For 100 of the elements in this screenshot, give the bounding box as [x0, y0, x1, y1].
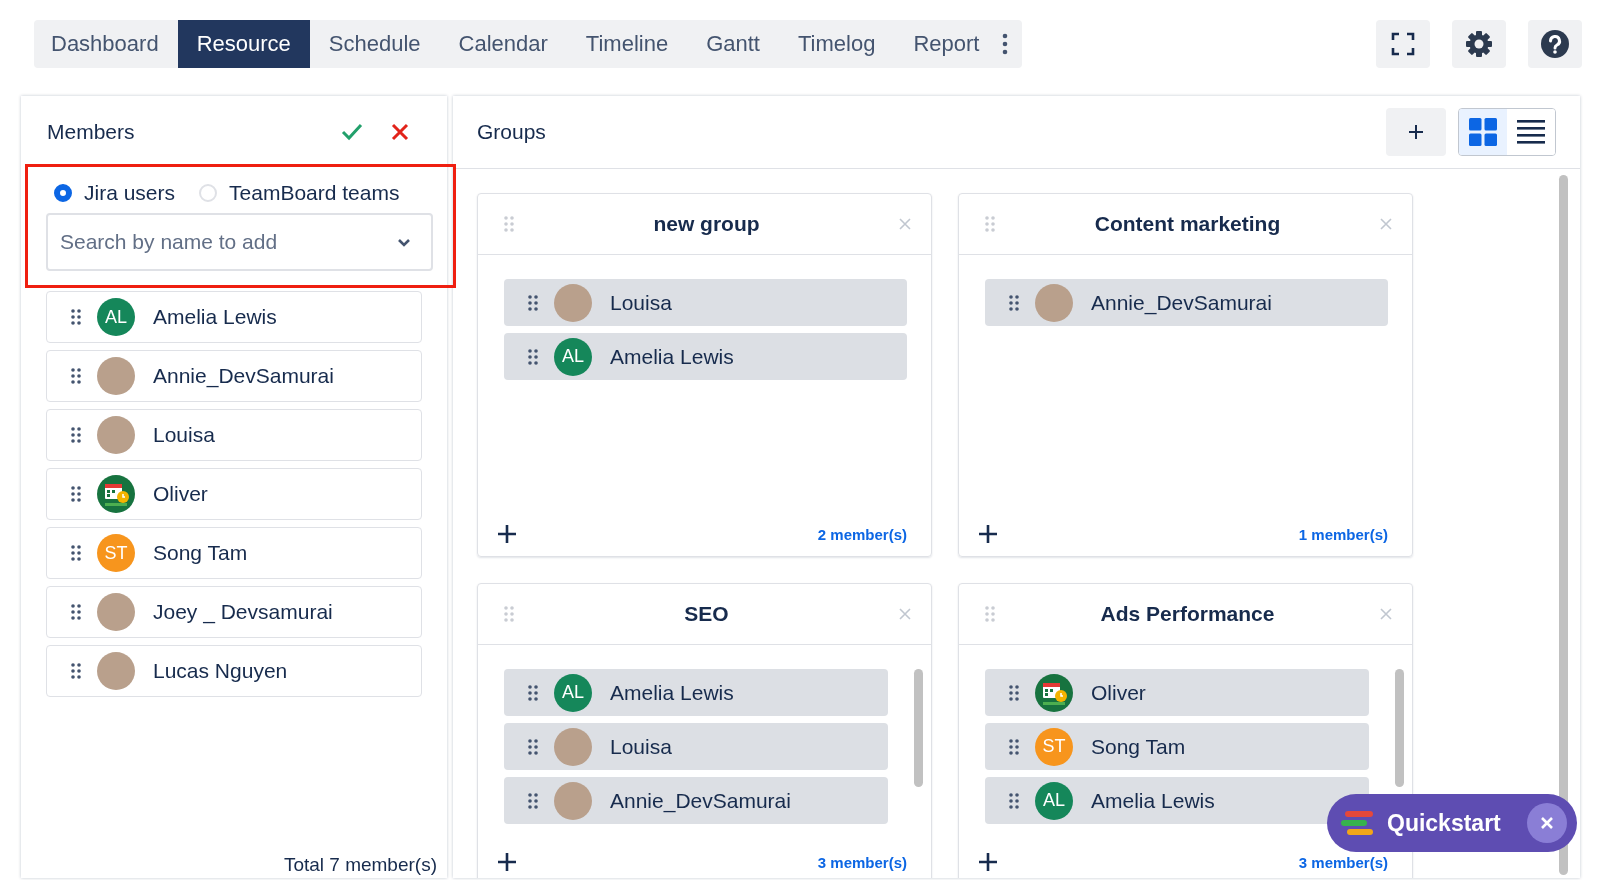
add-member-button[interactable]: [498, 853, 516, 871]
tab[interactable]: Dashboard: [34, 20, 178, 68]
avatar: AL: [1035, 781, 1073, 820]
tab[interactable]: Gantt: [687, 20, 779, 68]
member-name: Annie_DevSamurai: [610, 788, 791, 813]
member-chip[interactable]: Oliver: [985, 669, 1369, 716]
member-chip[interactable]: Louisa: [504, 279, 907, 326]
tab[interactable]: Report: [894, 20, 999, 68]
member-count: 1 member(s): [1298, 525, 1388, 543]
tab[interactable]: Resource: [177, 20, 310, 68]
panel-title: Groups: [477, 120, 546, 144]
plus-icon: [498, 525, 516, 543]
group-title: new group: [653, 212, 760, 236]
member-item[interactable]: Joey _ Devsamurai: [46, 586, 422, 638]
settings-icon: [1465, 30, 1493, 58]
drag-handle-icon[interactable]: [1009, 792, 1019, 809]
grid-icon: [1469, 118, 1497, 146]
drag-handle-icon[interactable]: [1009, 294, 1019, 311]
member-name: Annie_DevSamurai: [153, 364, 334, 388]
member-chip[interactable]: Annie_DevSamurai: [985, 279, 1388, 326]
avatar-photo-placeholder: [97, 416, 135, 454]
settings-button[interactable]: [1452, 20, 1506, 68]
member-name: Oliver: [1091, 680, 1146, 705]
member-chip[interactable]: Annie_DevSamurai: [504, 777, 888, 824]
avatar-photo-placeholder: [97, 357, 135, 395]
member-item[interactable]: ST Song Tam: [46, 527, 422, 579]
drag-handle-icon[interactable]: [504, 606, 514, 622]
member-name: Louisa: [610, 734, 672, 759]
drag-handle-icon[interactable]: [71, 427, 81, 443]
avatar-photo-placeholder: [97, 593, 135, 631]
member-item[interactable]: AL Amelia Lewis: [46, 291, 422, 343]
member-count: 3 member(s): [1298, 853, 1388, 871]
drag-handle-icon[interactable]: [1009, 738, 1019, 755]
group-title: SEO: [684, 602, 729, 626]
member-chip[interactable]: AL Amelia Lewis: [985, 777, 1369, 824]
member-item[interactable]: Louisa: [46, 409, 422, 461]
member-name: Song Tam: [1091, 734, 1186, 759]
tab[interactable]: Timeline: [566, 20, 688, 68]
member-chip[interactable]: AL Amelia Lewis: [504, 669, 888, 716]
add-member-button[interactable]: [498, 525, 516, 543]
avatar-photo-placeholder: [97, 652, 135, 690]
grid-view-button[interactable]: [1459, 109, 1507, 155]
member-name: Annie_DevSamurai: [1091, 290, 1272, 315]
drag-handle-icon[interactable]: [71, 604, 81, 620]
avatar: AL: [97, 298, 135, 336]
drag-handle-icon[interactable]: [528, 348, 538, 365]
plus-icon: [979, 525, 997, 543]
fullscreen-button[interactable]: [1376, 20, 1430, 68]
search-field[interactable]: Search by name to add: [46, 213, 433, 271]
quickstart-button[interactable]: Quickstart: [1327, 794, 1577, 852]
drag-handle-icon[interactable]: [504, 216, 514, 232]
drag-handle-icon[interactable]: [985, 216, 995, 232]
scrollbar[interactable]: [914, 669, 923, 787]
member-item[interactable]: Oliver: [46, 468, 422, 520]
avatar-photo-placeholder: [1035, 283, 1073, 322]
drag-handle-icon[interactable]: [71, 486, 81, 502]
tab[interactable]: Calendar: [439, 20, 567, 68]
member-name: Amelia Lewis: [610, 680, 734, 705]
help-button[interactable]: [1528, 20, 1582, 68]
member-chip[interactable]: Louisa: [504, 723, 888, 770]
help-icon: [1540, 29, 1570, 59]
member-item[interactable]: Annie_DevSamurai: [46, 350, 422, 402]
group-title: Ads Performance: [1100, 602, 1275, 626]
member-count: 3 member(s): [817, 853, 907, 871]
drag-handle-icon[interactable]: [71, 309, 81, 325]
member-name: Lucas Nguyen: [153, 659, 288, 683]
member-chip[interactable]: AL Amelia Lewis: [504, 333, 907, 380]
tab[interactable]: Schedule: [309, 20, 440, 68]
member-name: Song Tam: [153, 541, 248, 565]
drag-handle-icon[interactable]: [985, 606, 995, 622]
drag-handle-icon[interactable]: [528, 738, 538, 755]
scrollbar[interactable]: [1559, 175, 1568, 875]
scrollbar[interactable]: [1395, 669, 1404, 787]
drag-handle-icon[interactable]: [71, 368, 81, 384]
member-chip[interactable]: ST Song Tam: [985, 723, 1369, 770]
avatar: AL: [554, 673, 592, 712]
close-icon: [391, 123, 409, 141]
add-member-button[interactable]: [979, 525, 997, 543]
more-icon[interactable]: [1002, 33, 1009, 55]
radio-option[interactable]: Jira users: [54, 181, 176, 205]
add-member-button[interactable]: [979, 853, 997, 871]
member-item[interactable]: Lucas Nguyen: [46, 645, 422, 697]
list-icon: [1517, 120, 1545, 144]
member-name: Amelia Lewis: [610, 344, 734, 369]
drag-handle-icon[interactable]: [528, 294, 538, 311]
close-button[interactable]: [1527, 803, 1567, 843]
drag-handle-icon[interactable]: [1009, 684, 1019, 701]
radio-option[interactable]: TeamBoard teams: [199, 181, 400, 205]
drag-handle-icon[interactable]: [71, 663, 81, 679]
plus-icon: [498, 853, 516, 871]
drag-handle-icon[interactable]: [71, 545, 81, 561]
close-button[interactable]: [389, 121, 411, 143]
confirm-button[interactable]: [339, 121, 365, 143]
calendar-clock-icon: [1035, 673, 1073, 712]
plus-icon: [979, 853, 997, 871]
drag-handle-icon[interactable]: [528, 792, 538, 809]
tab[interactable]: Timelog: [778, 20, 895, 68]
drag-handle-icon[interactable]: [528, 684, 538, 701]
member-name: Oliver: [153, 482, 208, 506]
stacked-bars-icon: [1341, 811, 1375, 835]
